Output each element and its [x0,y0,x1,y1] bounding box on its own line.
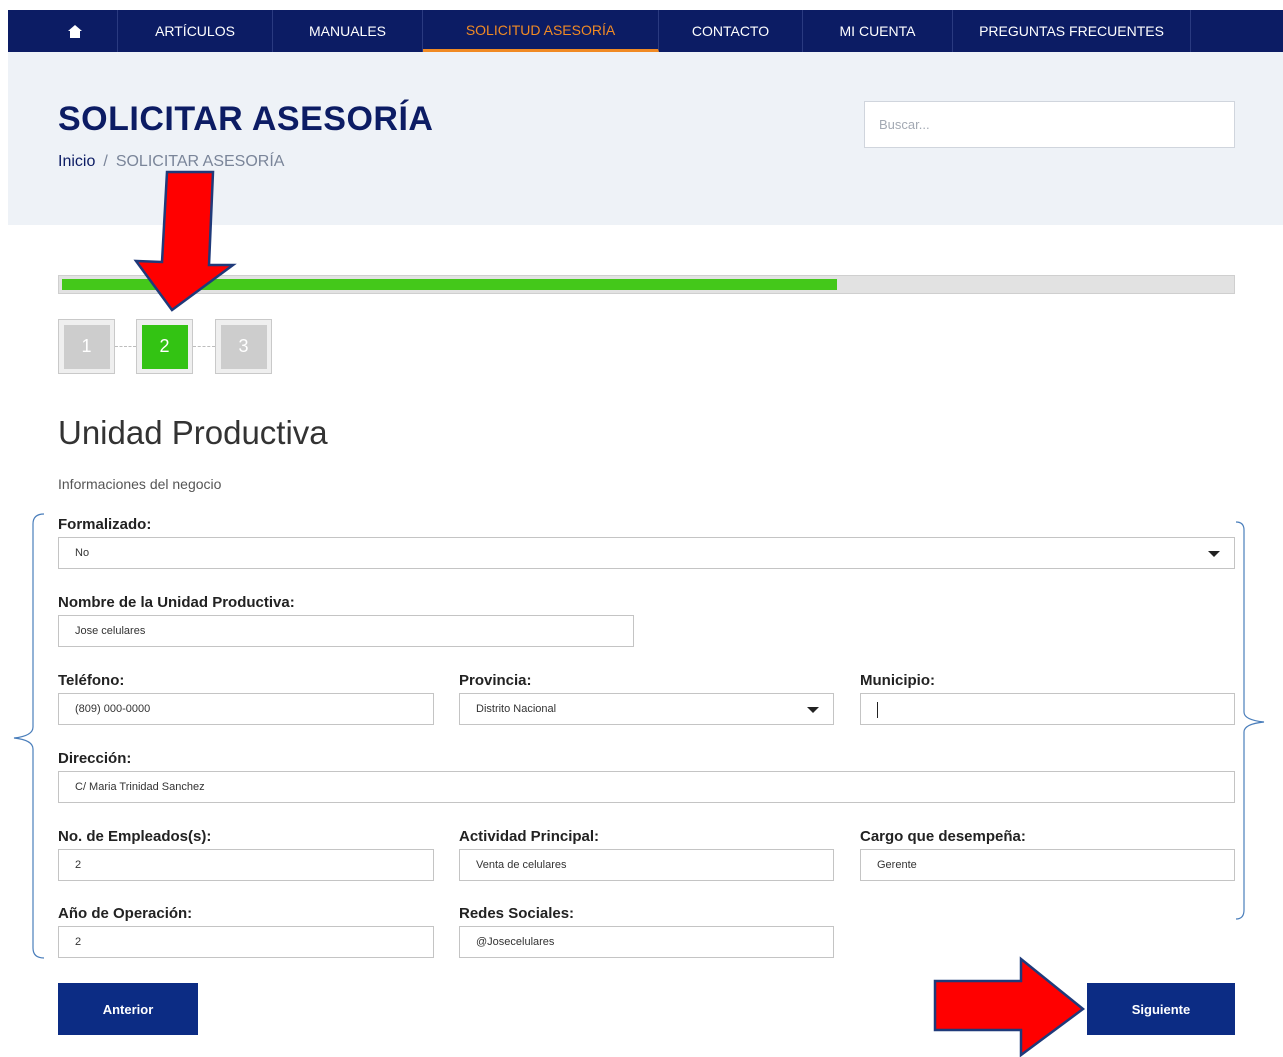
redes-input[interactable] [459,926,834,958]
wizard-step-2[interactable]: 2 [136,319,193,374]
wizard-step-3[interactable]: 3 [215,319,272,374]
cargo-label: Cargo que desempeña: [860,828,1026,845]
section-title: Unidad Productiva [58,414,328,451]
telefono-label: Teléfono: [58,672,125,689]
empleados-label: No. de Empleados(s): [58,828,212,845]
nav-preguntas-frecuentes[interactable]: PREGUNTAS FRECUENTES [953,10,1191,52]
provincia-label: Provincia: [459,672,532,689]
empleados-input[interactable] [58,849,434,881]
formalizado-value: No [75,547,90,559]
section-subtitle: Informaciones del negocio [58,476,222,492]
chevron-down-icon [1208,551,1220,557]
nav-articulos[interactable]: ARTÍCULOS [118,10,273,52]
wizard-progress-bar [58,275,1235,294]
previous-button[interactable]: Anterior [58,983,198,1035]
nombre-input[interactable] [58,615,634,647]
page-title: SOLICITAR ASESORÍA [58,100,434,138]
nav-home[interactable] [8,10,118,52]
actividad-label: Actividad Principal: [459,828,600,845]
anio-label: Año de Operación: [58,905,193,922]
nav-manuales[interactable]: MANUALES [273,10,423,52]
formalizado-select[interactable]: No [58,537,1235,569]
breadcrumb: Inicio / SOLICITAR ASESORÍA [58,153,284,171]
direccion-label: Dirección: [58,750,132,767]
formalizado-label: Formalizado: [58,516,152,533]
wizard-step-1[interactable]: 1 [58,319,115,374]
provincia-select[interactable]: Distrito Nacional [459,693,834,725]
provincia-value: Distrito Nacional [476,703,557,715]
right-arrow-icon [933,956,1086,1057]
redes-label: Redes Sociales: [459,905,575,922]
step-connector [115,346,136,347]
breadcrumb-separator: / [103,153,108,170]
actividad-input[interactable] [459,849,834,881]
top-nav: ARTÍCULOS MANUALES SOLICITUD ASESORÍA CO… [8,10,1283,52]
step-connector [193,346,215,347]
next-button[interactable]: Siguiente [1087,983,1235,1035]
search-input[interactable] [864,101,1235,148]
breadcrumb-current: SOLICITAR ASESORÍA [115,153,285,170]
nav-mi-cuenta[interactable]: MI CUENTA [803,10,953,52]
home-icon [68,24,82,38]
chevron-down-icon [807,707,819,713]
telefono-input[interactable] [58,693,434,725]
anio-input[interactable] [58,926,434,958]
direccion-input[interactable] [58,771,1235,803]
nav-contacto[interactable]: CONTACTO [659,10,803,52]
left-brace [13,513,45,959]
cargo-input[interactable] [860,849,1235,881]
nav-solicitud-asesoria[interactable]: SOLICITUD ASESORÍA [423,10,659,52]
municipio-input[interactable] [860,693,1235,725]
nombre-label: Nombre de la Unidad Productiva: [58,594,295,611]
page-header: SOLICITAR ASESORÍA Inicio / SOLICITAR ASES… [8,52,1283,225]
breadcrumb-home[interactable]: Inicio [58,153,95,170]
wizard-progress-fill [59,276,841,293]
municipio-label: Municipio: [860,672,935,689]
text-cursor-icon [877,702,878,718]
wizard-steps: 1 2 3 [58,319,318,374]
right-brace [1235,521,1265,920]
